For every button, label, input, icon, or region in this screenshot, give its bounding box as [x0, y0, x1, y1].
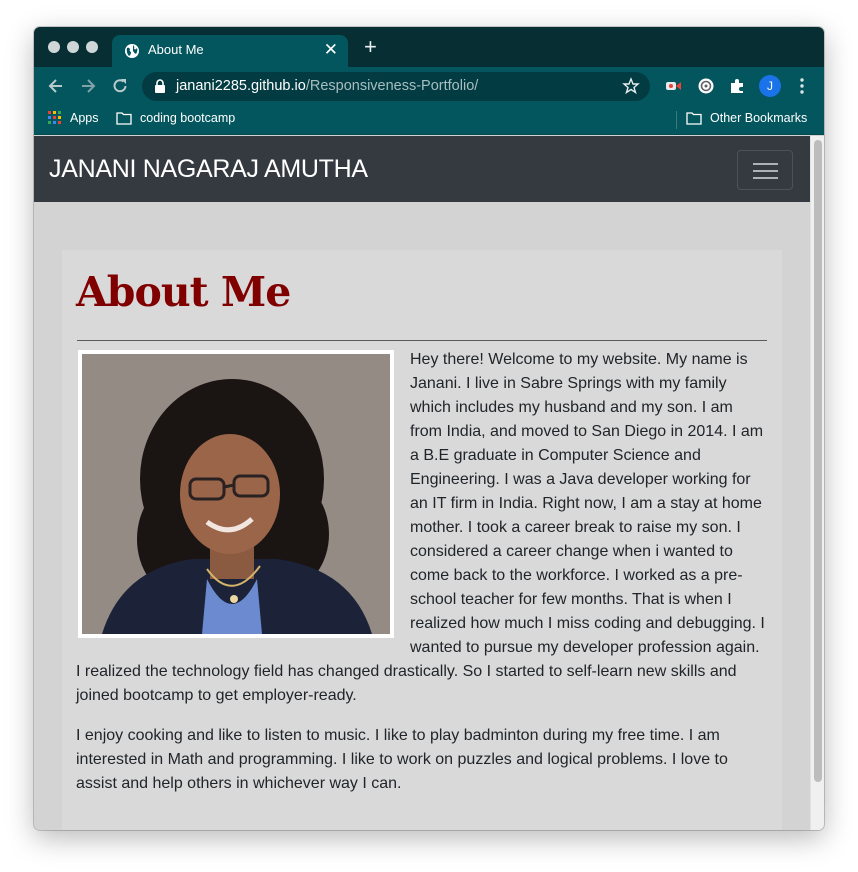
- bookmark-folder-coding-bootcamp[interactable]: coding bootcamp: [116, 111, 235, 125]
- navbar-toggler-button[interactable]: [737, 150, 793, 190]
- folder-icon: [686, 112, 702, 125]
- forward-arrow-icon[interactable]: [78, 76, 98, 96]
- page-scrollbar[interactable]: [810, 136, 824, 830]
- extension-red-icon[interactable]: [664, 77, 682, 95]
- heading-divider: [77, 340, 767, 341]
- bookmark-other-bookmarks[interactable]: Other Bookmarks: [686, 111, 807, 125]
- maximize-window-button[interactable]: [86, 41, 98, 53]
- page-title: About Me: [76, 268, 291, 316]
- extension-circle-icon[interactable]: [697, 77, 715, 95]
- apps-grid-icon: [48, 111, 61, 124]
- back-arrow-icon[interactable]: [46, 76, 66, 96]
- scrollbar-thumb[interactable]: [814, 140, 822, 782]
- puzzle-extensions-icon[interactable]: [728, 77, 746, 95]
- browser-toolbar: janani2285.github.io/Responsiveness-Port…: [34, 67, 824, 105]
- about-card: About Me Hey there! Welcome to my websit…: [62, 250, 782, 830]
- new-tab-button[interactable]: +: [364, 36, 377, 58]
- address-bar[interactable]: janani2285.github.io/Responsiveness-Port…: [142, 72, 650, 101]
- tab-about-me[interactable]: About Me ✕: [112, 35, 348, 67]
- bookmarks-bar: Apps coding bootcamp Other Bookmarks: [34, 105, 824, 135]
- lock-icon[interactable]: [154, 79, 166, 93]
- tab-strip: About Me ✕ +: [34, 27, 824, 67]
- page-viewport: JANANI NAGARAJ AMUTHA About Me Hey there…: [34, 136, 810, 830]
- bookmark-folder-label: coding bootcamp: [140, 111, 236, 125]
- profile-avatar[interactable]: J: [759, 75, 781, 97]
- about-paragraph-2: I enjoy cooking and like to listen to mu…: [76, 727, 728, 792]
- about-text: Hey there! Welcome to my website. My nam…: [76, 348, 768, 812]
- bookmarks-divider: [676, 111, 677, 129]
- bookmark-star-icon[interactable]: [622, 77, 640, 95]
- minimize-window-button[interactable]: [67, 41, 79, 53]
- close-window-button[interactable]: [48, 41, 60, 53]
- menu-kebab-icon[interactable]: [798, 75, 806, 97]
- reload-icon[interactable]: [110, 76, 130, 96]
- globe-icon: [125, 44, 139, 58]
- site-brand[interactable]: JANANI NAGARAJ AMUTHA: [49, 155, 368, 184]
- browser-window: About Me ✕ + janani2285.github.io/Respon…: [34, 27, 824, 830]
- other-bookmarks-label: Other Bookmarks: [710, 111, 808, 125]
- folder-icon: [116, 112, 132, 125]
- bookmark-apps-label: Apps: [70, 111, 99, 125]
- image-float-spacer: [76, 348, 410, 640]
- hamburger-icon-line: [753, 170, 778, 172]
- url-host: janani2285.github.io: [176, 78, 306, 94]
- close-tab-icon[interactable]: ✕: [324, 40, 338, 60]
- url-text: janani2285.github.io/Responsiveness-Port…: [176, 78, 478, 94]
- hamburger-icon-line: [753, 177, 778, 179]
- hamburger-icon-line: [753, 163, 778, 165]
- site-navbar: JANANI NAGARAJ AMUTHA: [34, 136, 810, 202]
- url-path: /Responsiveness-Portfolio/: [305, 78, 479, 94]
- tab-title: About Me: [148, 42, 204, 57]
- bookmark-apps[interactable]: Apps: [48, 111, 99, 125]
